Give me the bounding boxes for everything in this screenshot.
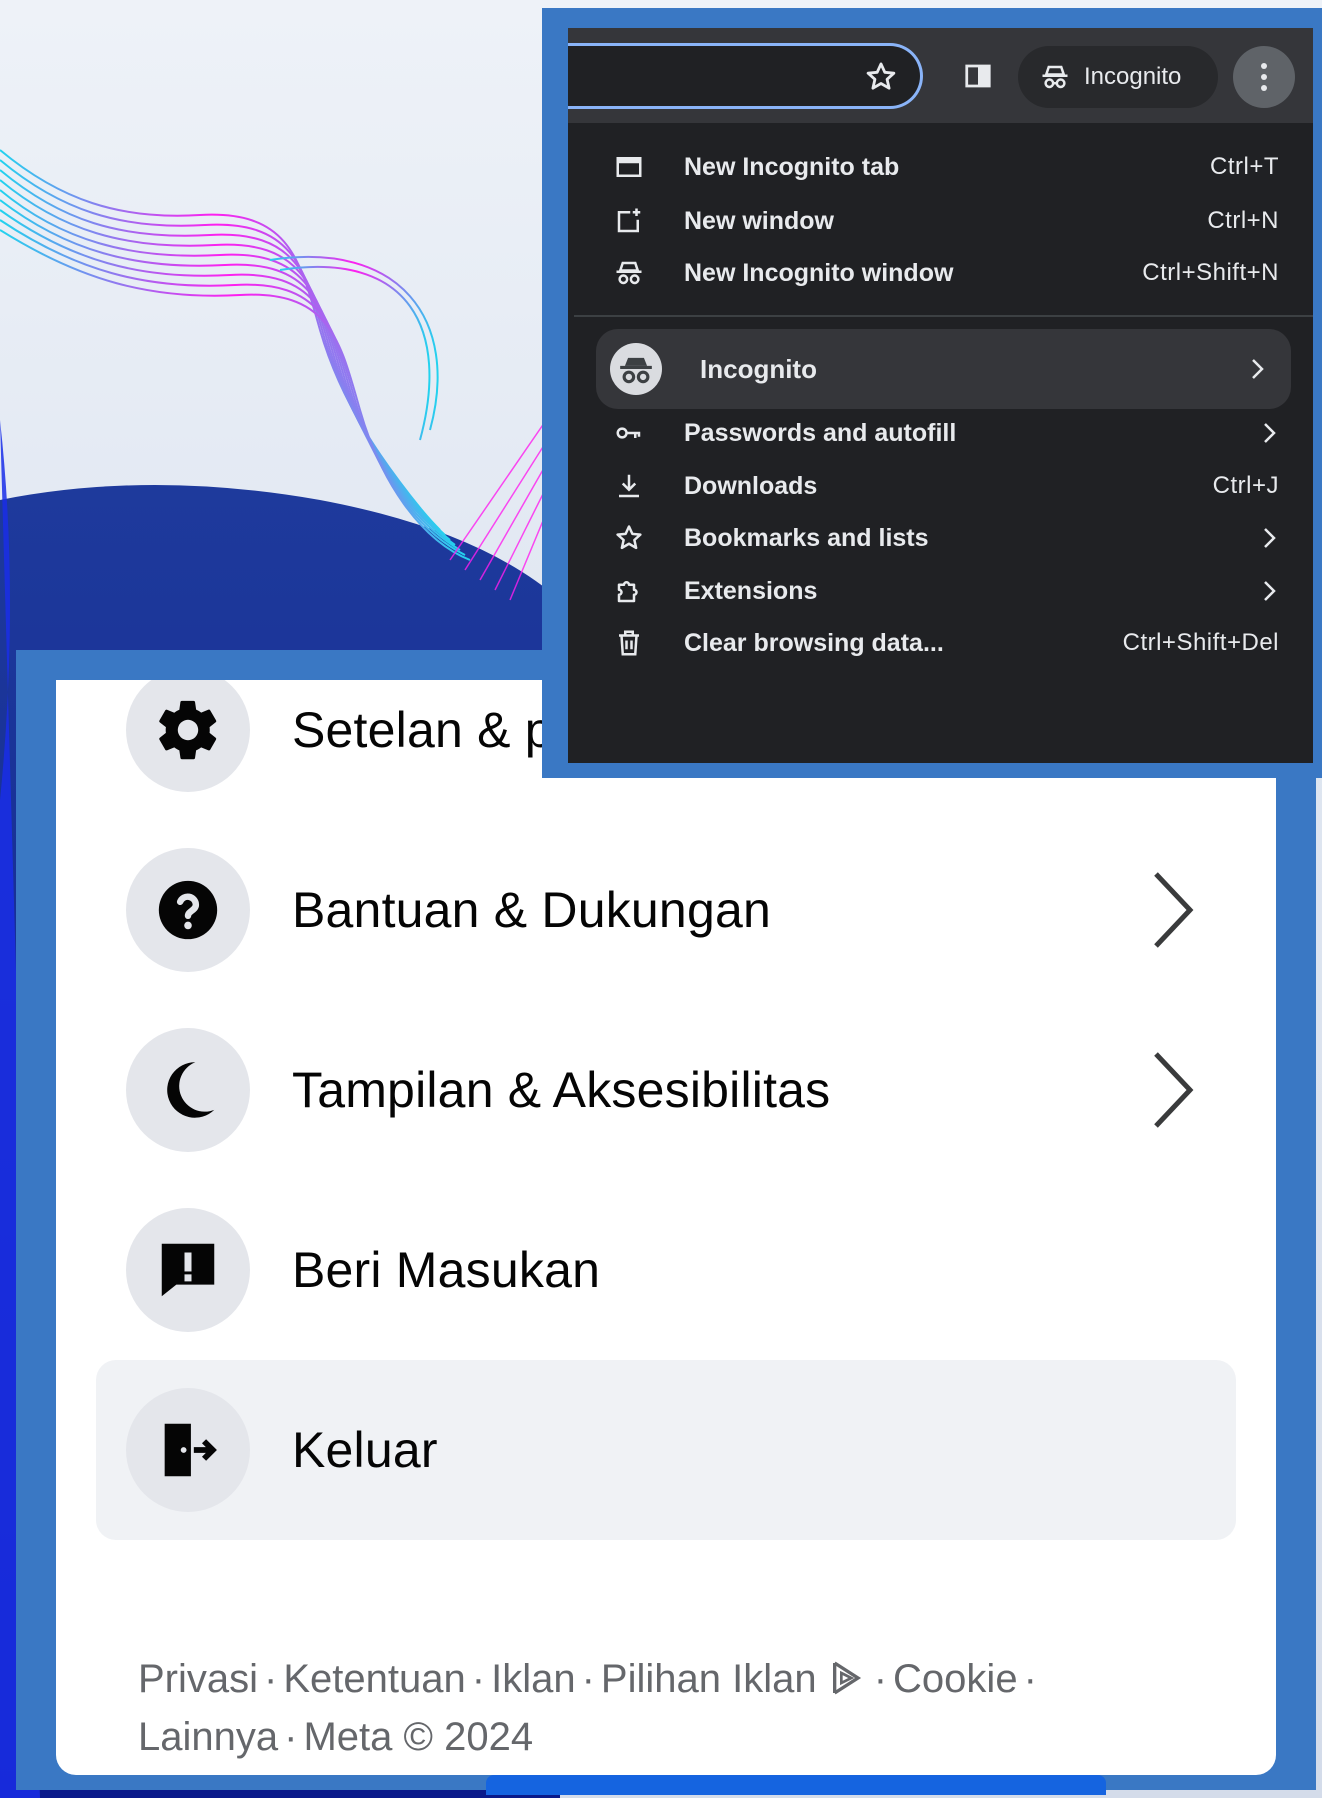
menu-item-label: Bookmarks and lists	[684, 523, 929, 552]
new-tab-icon	[614, 152, 644, 182]
logout-icon	[126, 1388, 250, 1512]
help-icon	[126, 848, 250, 972]
facebook-menu-frame: Setelan & privasi Bantuan & Dukungan Tam…	[16, 650, 1316, 1795]
menu-item-downloads[interactable]: Downloads Ctrl+J	[574, 458, 1313, 514]
menu-item-label: Beri Masukan	[292, 1242, 601, 1298]
incognito-label: Incognito	[1084, 63, 1182, 90]
key-icon	[614, 418, 644, 448]
address-bar[interactable]	[568, 43, 923, 109]
menu-item-logout[interactable]: Keluar	[96, 1360, 1236, 1540]
chevron-right-icon	[1264, 528, 1276, 548]
menu-item-give-feedback[interactable]: Beri Masukan	[96, 1180, 1236, 1360]
menu-item-clear-browsing-data[interactable]: Clear browsing data... Ctrl+Shift+Del	[574, 615, 1313, 671]
footer-link-ads[interactable]: Iklan	[491, 1657, 576, 1701]
footer-link-privacy[interactable]: Privasi	[138, 1657, 258, 1701]
menu-item-display-accessibility[interactable]: Tampilan & Aksesibilitas	[96, 1000, 1236, 1180]
star-icon	[614, 523, 644, 553]
menu-item-passwords-autofill[interactable]: Passwords and autofill	[574, 405, 1313, 461]
menu-item-label: Downloads	[684, 471, 818, 500]
menu-item-new-incognito-window[interactable]: New Incognito window Ctrl+Shift+N	[574, 245, 1313, 301]
footer-separator: ·	[1023, 1657, 1037, 1701]
menu-item-extensions[interactable]: Extensions	[574, 563, 1313, 619]
incognito-profile-button[interactable]: Incognito	[1018, 46, 1218, 108]
menu-item-label: Tampilan & Aksesibilitas	[292, 1062, 831, 1118]
incognito-icon	[614, 258, 644, 288]
partial-blue-button	[486, 1775, 1106, 1795]
menu-item-incognito-profile[interactable]: Incognito	[596, 329, 1291, 409]
footer-separator: ·	[581, 1657, 595, 1701]
footer-separator: ·	[471, 1657, 486, 1701]
footer-link-cookie[interactable]: Cookie	[893, 1657, 1018, 1701]
menu-item-label: Extensions	[684, 576, 818, 605]
chevron-right-icon	[1154, 1052, 1194, 1128]
gear-icon	[126, 680, 250, 792]
menu-item-label: Incognito	[700, 353, 817, 384]
incognito-avatar-icon	[610, 343, 662, 395]
menu-item-shortcut: Ctrl+T	[1210, 153, 1279, 180]
footer-link-ad-choices[interactable]: Pilihan Iklan	[601, 1657, 817, 1701]
kebab-menu-icon	[1261, 63, 1267, 91]
chrome-window: Incognito New Incognito tab Ctrl+T New w…	[568, 28, 1313, 763]
chevron-right-icon	[1264, 423, 1276, 443]
chevron-right-icon	[1264, 581, 1276, 601]
menu-item-shortcut: Ctrl+J	[1212, 472, 1279, 499]
footer-link-terms[interactable]: Ketentuan	[283, 1657, 465, 1701]
download-icon	[614, 471, 644, 501]
menu-item-help-support[interactable]: Bantuan & Dukungan	[96, 820, 1236, 1000]
chrome-toolbar: Incognito	[568, 28, 1313, 123]
ad-choices-icon	[832, 1661, 861, 1695]
menu-item-label: Bantuan & Dukungan	[292, 882, 771, 938]
menu-item-label: New window	[684, 206, 834, 235]
footer-link-more[interactable]: Lainnya	[138, 1715, 278, 1759]
footer-separator: ·	[284, 1715, 298, 1759]
menu-item-label: Passwords and autofill	[684, 418, 957, 447]
menu-item-shortcut: Ctrl+Shift+Del	[1122, 629, 1279, 656]
footer-separator: ·	[264, 1657, 278, 1701]
footer-copyright: Meta © 2024	[303, 1715, 534, 1759]
menu-item-label: New Incognito tab	[684, 152, 900, 181]
menu-item-shortcut: Ctrl+Shift+N	[1142, 259, 1279, 286]
menu-item-new-incognito-tab[interactable]: New Incognito tab Ctrl+T	[574, 139, 1313, 195]
menu-divider	[574, 315, 1313, 317]
feedback-icon	[126, 1208, 250, 1332]
trash-icon	[614, 628, 644, 658]
moon-icon	[126, 1028, 250, 1152]
chrome-main-menu: New Incognito tab Ctrl+T New window Ctrl…	[574, 123, 1313, 763]
bookmark-star-icon[interactable]	[864, 60, 898, 94]
incognito-icon	[1042, 65, 1068, 89]
menu-item-shortcut: Ctrl+N	[1207, 207, 1279, 234]
puzzle-icon	[614, 576, 644, 606]
facebook-footer: Privasi · Ketentuan · Iklan · Pilihan Iklan · C…	[138, 1650, 1198, 1766]
menu-item-label: New Incognito window	[684, 258, 954, 287]
menu-item-label: Keluar	[292, 1422, 438, 1478]
footer-separator: ·	[873, 1657, 888, 1701]
facebook-settings-menu: Setelan & privasi Bantuan & Dukungan Tam…	[56, 680, 1276, 1775]
new-window-icon	[614, 206, 644, 236]
more-options-button[interactable]	[1233, 46, 1295, 108]
menu-item-bookmarks-lists[interactable]: Bookmarks and lists	[574, 510, 1313, 566]
chevron-right-icon	[1252, 359, 1264, 379]
chrome-menu-frame: Incognito New Incognito tab Ctrl+T New w…	[542, 8, 1322, 778]
side-panel-icon[interactable]	[963, 61, 993, 91]
menu-item-label: Clear browsing data...	[684, 628, 944, 657]
chevron-right-icon	[1154, 872, 1194, 948]
menu-item-new-window[interactable]: New window Ctrl+N	[574, 193, 1313, 249]
